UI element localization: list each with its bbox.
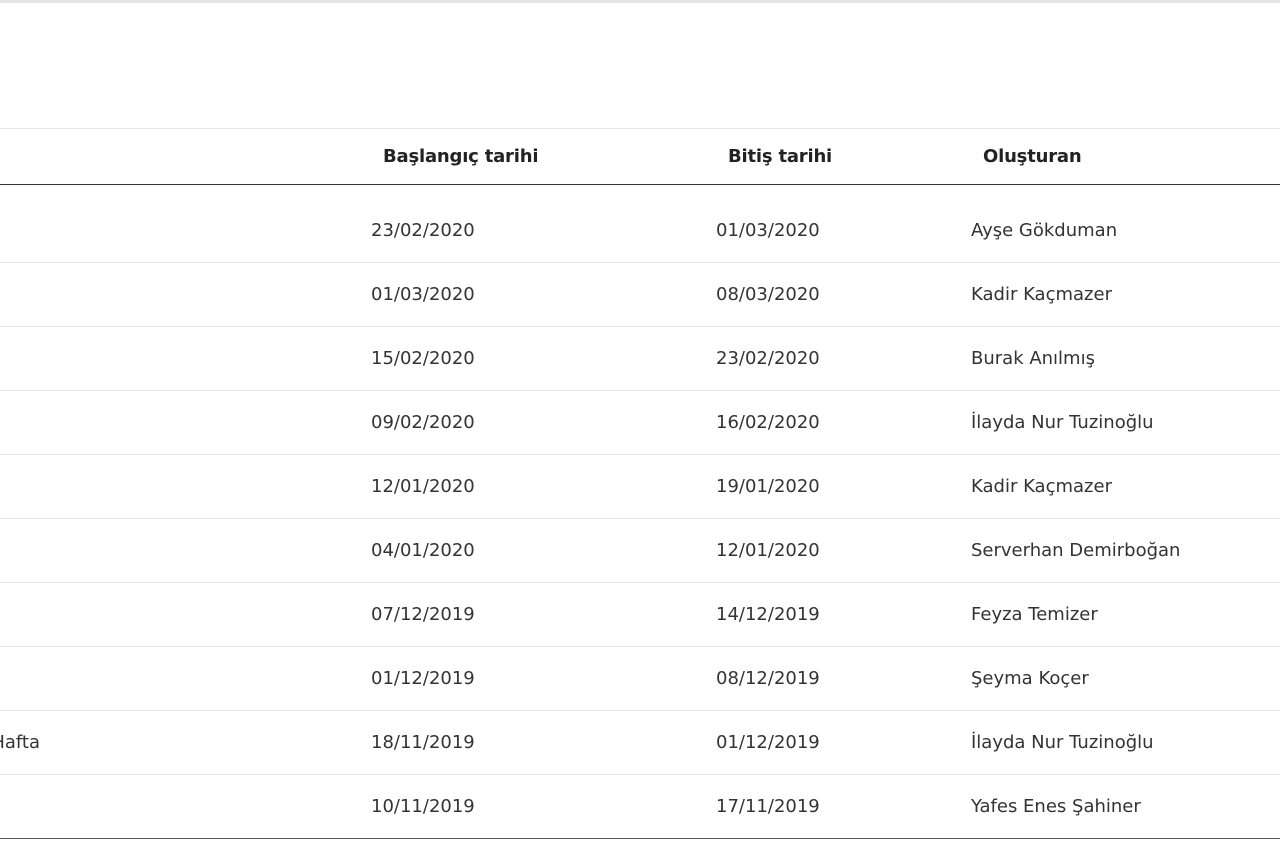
row-created-by: İlayda Nur Tuzinoğlu <box>971 412 1154 433</box>
row-title[interactable]: Hafta <box>0 732 40 753</box>
header-created-by[interactable]: Oluşturan <box>940 129 1280 185</box>
table-row[interactable]: 09/02/2020 16/02/2020 İlayda Nur Tuzinoğ… <box>0 391 1280 455</box>
table-row[interactable]: 23/02/2020 01/03/2020 Ayşe Gökduman <box>0 185 1280 263</box>
row-created-by: İlayda Nur Tuzinoğlu <box>971 732 1154 753</box>
row-created-by: Burak Anılmış <box>971 348 1095 369</box>
page: Başlangıç tarihi Bitiş tarihi Oluşturan … <box>0 0 1280 842</box>
row-created-by: Feyza Temizer <box>971 604 1098 625</box>
header-row: Başlangıç tarihi Bitiş tarihi Oluşturan <box>0 128 1280 185</box>
row-title-cell[interactable] <box>0 327 340 391</box>
row-created-by: Şeyma Koçer <box>971 668 1089 689</box>
row-title-cell[interactable] <box>0 263 340 327</box>
row-title-cell[interactable] <box>0 647 340 711</box>
header-title <box>0 129 340 185</box>
row-end-date: 01/03/2020 <box>716 220 820 241</box>
row-start-date: 01/12/2019 <box>371 668 475 689</box>
row-created-by: Serverhan Demirboğan <box>971 540 1181 561</box>
row-start-date: 10/11/2019 <box>371 796 475 817</box>
row-title-cell[interactable] <box>0 185 340 263</box>
row-start-date: 09/02/2020 <box>371 412 475 433</box>
row-start-date: 07/12/2019 <box>371 604 475 625</box>
row-start-date: 04/01/2020 <box>371 540 475 561</box>
row-title-cell[interactable] <box>0 455 340 519</box>
row-created-by: Kadir Kaçmazer <box>971 476 1112 497</box>
schedule-table-container: Başlangıç tarihi Bitiş tarihi Oluşturan … <box>0 128 1280 839</box>
row-created-by: Yafes Enes Şahiner <box>971 796 1141 817</box>
row-end-date: 12/01/2020 <box>716 540 820 561</box>
row-created-by: Kadir Kaçmazer <box>971 284 1112 305</box>
top-divider <box>0 0 1280 3</box>
row-start-date: 18/11/2019 <box>371 732 475 753</box>
row-end-date: 16/02/2020 <box>716 412 820 433</box>
row-created-by: Ayşe Gökduman <box>971 220 1118 241</box>
row-title-cell[interactable] <box>0 583 340 647</box>
row-end-date: 14/12/2019 <box>716 604 820 625</box>
schedule-table: Başlangıç tarihi Bitiş tarihi Oluşturan … <box>0 128 1280 839</box>
table-row[interactable]: 04/01/2020 12/01/2020 Serverhan Demirboğ… <box>0 519 1280 583</box>
row-start-date: 23/02/2020 <box>371 220 475 241</box>
row-start-date: 01/03/2020 <box>371 284 475 305</box>
row-end-date: 01/12/2019 <box>716 732 820 753</box>
row-start-date: 12/01/2020 <box>371 476 475 497</box>
row-end-date: 23/02/2020 <box>716 348 820 369</box>
row-end-date: 17/11/2019 <box>716 796 820 817</box>
table-body: 23/02/2020 01/03/2020 Ayşe Gökduman 01/0… <box>0 185 1280 839</box>
table-row[interactable]: 01/12/2019 08/12/2019 Şeyma Koçer <box>0 647 1280 711</box>
row-title-cell[interactable] <box>0 391 340 455</box>
table-row[interactable]: 01/03/2020 08/03/2020 Kadir Kaçmazer <box>0 263 1280 327</box>
header-start-date[interactable]: Başlangıç tarihi <box>340 129 685 185</box>
table-header: Başlangıç tarihi Bitiş tarihi Oluşturan <box>0 128 1280 185</box>
row-title-cell[interactable]: Hafta <box>0 711 340 775</box>
row-title-cell[interactable] <box>0 775 340 839</box>
table-row[interactable]: Hafta 18/11/2019 01/12/2019 İlayda Nur T… <box>0 711 1280 775</box>
table-row[interactable]: 15/02/2020 23/02/2020 Burak Anılmış <box>0 327 1280 391</box>
row-end-date: 19/01/2020 <box>716 476 820 497</box>
row-end-date: 08/12/2019 <box>716 668 820 689</box>
header-end-date[interactable]: Bitiş tarihi <box>685 129 940 185</box>
table-row[interactable]: 10/11/2019 17/11/2019 Yafes Enes Şahiner <box>0 775 1280 839</box>
table-row[interactable]: 12/01/2020 19/01/2020 Kadir Kaçmazer <box>0 455 1280 519</box>
row-end-date: 08/03/2020 <box>716 284 820 305</box>
table-row[interactable]: 07/12/2019 14/12/2019 Feyza Temizer <box>0 583 1280 647</box>
row-start-date: 15/02/2020 <box>371 348 475 369</box>
row-title-cell[interactable] <box>0 519 340 583</box>
